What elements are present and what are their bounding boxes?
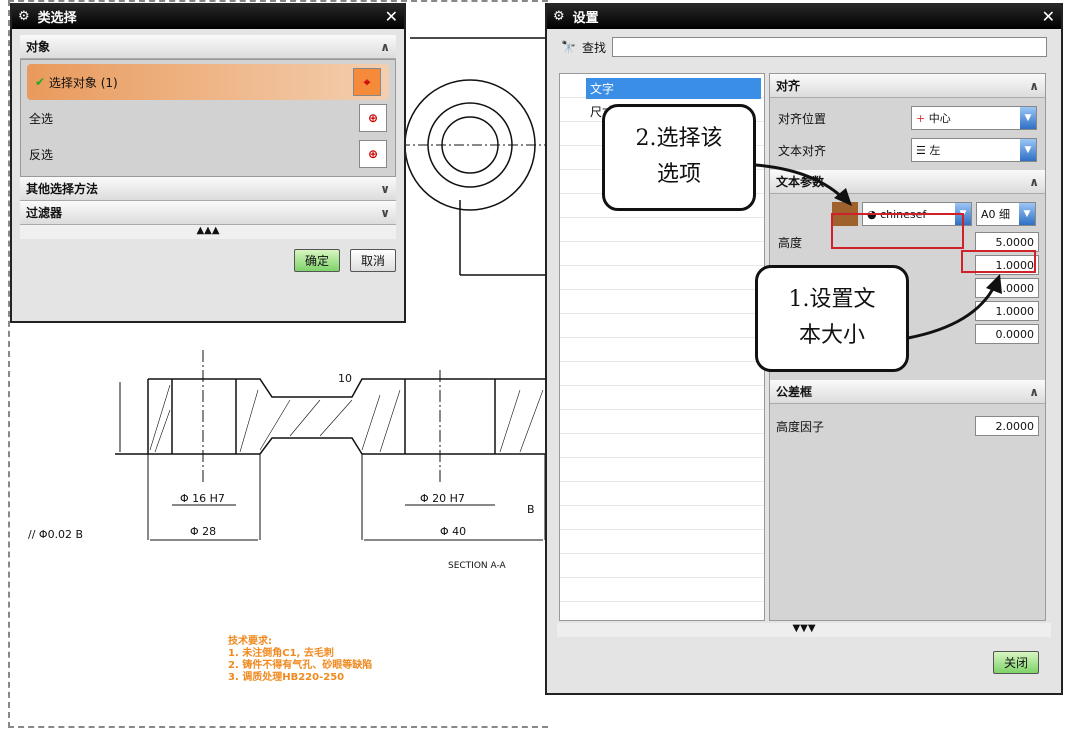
callout-arrows	[755, 163, 1002, 340]
